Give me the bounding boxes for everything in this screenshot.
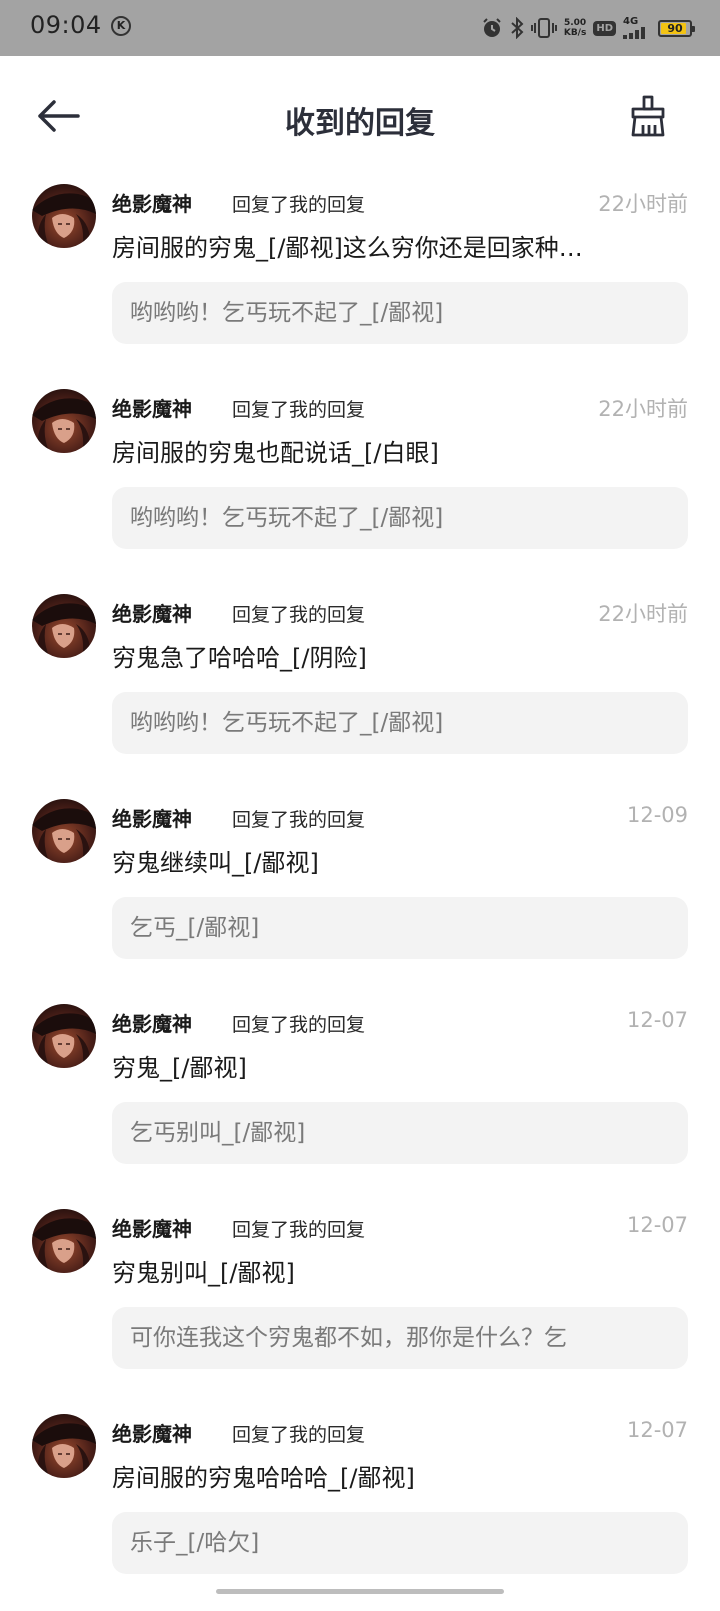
- broom-icon: [631, 95, 665, 137]
- reply-item[interactable]: 绝影魔神 回复了我的回复 12-07 穷鬼别叫_[/鄙视] 可你连我这个穷鬼都不…: [0, 1201, 720, 1406]
- reply-text[interactable]: 房间服的穷鬼_[/鄙视]这么穷你还是回家种…: [112, 228, 667, 263]
- avatar[interactable]: [32, 389, 96, 453]
- reply-text[interactable]: 穷鬼急了哈哈哈_[/阴险]: [112, 638, 667, 673]
- battery-icon: 90: [658, 19, 695, 37]
- reply-time: 22小时前: [598, 397, 688, 421]
- reply-list: 绝影魔神 回复了我的回复 22小时前 房间服的穷鬼_[/鄙视]这么穷你还是回家种…: [0, 176, 720, 1611]
- reply-item[interactable]: 绝影魔神 回复了我的回复 12-09 穷鬼继续叫_[/鄙视] 乞丐_[/鄙视]: [0, 791, 720, 996]
- reply-item[interactable]: 绝影魔神 回复了我的回复 22小时前 穷鬼急了哈哈哈_[/阴险] 哟哟哟！乞丐玩…: [0, 586, 720, 791]
- reply-time: 22小时前: [598, 192, 688, 216]
- reply-text[interactable]: 穷鬼_[/鄙视]: [112, 1048, 667, 1083]
- reply-action: 回复了我的回复: [232, 1219, 366, 1241]
- reply-author[interactable]: 绝影魔神: [112, 188, 192, 217]
- page-title: 收到的回复: [285, 106, 435, 141]
- avatar[interactable]: [32, 594, 96, 658]
- status-time: 09:04: [30, 11, 102, 39]
- quoted-reply[interactable]: 乞丐_[/鄙视]: [112, 897, 688, 959]
- bluetooth-icon: [510, 17, 524, 39]
- status-bar: 09:04 K 5.00 KB/s HD 4G 90: [0, 0, 720, 56]
- reply-text[interactable]: 房间服的穷鬼也配说话_[/白眼]: [112, 433, 667, 468]
- reply-action: 回复了我的回复: [232, 399, 366, 421]
- reply-item[interactable]: 绝影魔神 回复了我的回复 12-07 穷鬼_[/鄙视] 乞丐别叫_[/鄙视]: [0, 996, 720, 1201]
- avatar[interactable]: [32, 1209, 96, 1273]
- quoted-reply[interactable]: 乐子_[/哈欠]: [112, 1512, 688, 1574]
- reply-time: 12-09: [626, 803, 688, 827]
- avatar[interactable]: [32, 1414, 96, 1478]
- signal-icon: 4G: [623, 17, 651, 39]
- k-badge-icon: K: [111, 16, 131, 36]
- status-icons: 5.00 KB/s HD 4G 90: [481, 14, 695, 42]
- reply-item[interactable]: 绝影魔神 回复了我的回复 12-07 房间服的穷鬼哈哈哈_[/鄙视] 乐子_[/…: [0, 1406, 720, 1611]
- reply-text[interactable]: 房间服的穷鬼哈哈哈_[/鄙视]: [112, 1458, 667, 1493]
- reply-item[interactable]: 绝影魔神 回复了我的回复 22小时前 房间服的穷鬼_[/鄙视]这么穷你还是回家种…: [0, 176, 720, 381]
- reply-time: 12-07: [626, 1418, 688, 1442]
- reply-author[interactable]: 绝影魔神: [112, 598, 192, 627]
- hd-badge: HD: [593, 20, 616, 36]
- reply-author[interactable]: 绝影魔神: [112, 393, 192, 422]
- home-indicator[interactable]: [216, 1589, 504, 1594]
- quoted-reply[interactable]: 哟哟哟！乞丐玩不起了_[/鄙视]: [112, 487, 688, 549]
- net-speed: 5.00 KB/s: [563, 18, 587, 38]
- reply-text[interactable]: 穷鬼别叫_[/鄙视]: [112, 1253, 667, 1288]
- quoted-reply[interactable]: 哟哟哟！乞丐玩不起了_[/鄙视]: [112, 692, 688, 754]
- reply-time: 22小时前: [598, 602, 688, 626]
- reply-text[interactable]: 穷鬼继续叫_[/鄙视]: [112, 843, 667, 878]
- avatar[interactable]: [32, 1004, 96, 1068]
- reply-item[interactable]: 绝影魔神 回复了我的回复 22小时前 房间服的穷鬼也配说话_[/白眼] 哟哟哟！…: [0, 381, 720, 586]
- quoted-reply[interactable]: 乞丐别叫_[/鄙视]: [112, 1102, 688, 1164]
- quoted-reply[interactable]: 可你连我这个穷鬼都不如，那你是什么？乞: [112, 1307, 688, 1369]
- reply-author[interactable]: 绝影魔神: [112, 1418, 192, 1447]
- reply-time: 12-07: [626, 1008, 688, 1032]
- reply-author[interactable]: 绝影魔神: [112, 1008, 192, 1037]
- app-header: 收到的回复: [0, 56, 720, 176]
- quoted-reply[interactable]: 哟哟哟！乞丐玩不起了_[/鄙视]: [112, 282, 688, 344]
- vibrate-icon: [530, 17, 557, 39]
- reply-action: 回复了我的回复: [232, 809, 366, 831]
- avatar[interactable]: [32, 799, 96, 863]
- alarm-icon: [481, 17, 503, 39]
- reply-action: 回复了我的回复: [232, 1424, 366, 1446]
- avatar[interactable]: [32, 184, 96, 248]
- reply-author[interactable]: 绝影魔神: [112, 803, 192, 832]
- reply-action: 回复了我的回复: [232, 604, 366, 626]
- reply-author[interactable]: 绝影魔神: [112, 1213, 192, 1242]
- battery-level: 90: [667, 21, 683, 35]
- reply-time: 12-07: [626, 1213, 688, 1237]
- reply-action: 回复了我的回复: [232, 1014, 366, 1036]
- reply-action: 回复了我的回复: [232, 194, 366, 216]
- clear-button[interactable]: [628, 94, 668, 138]
